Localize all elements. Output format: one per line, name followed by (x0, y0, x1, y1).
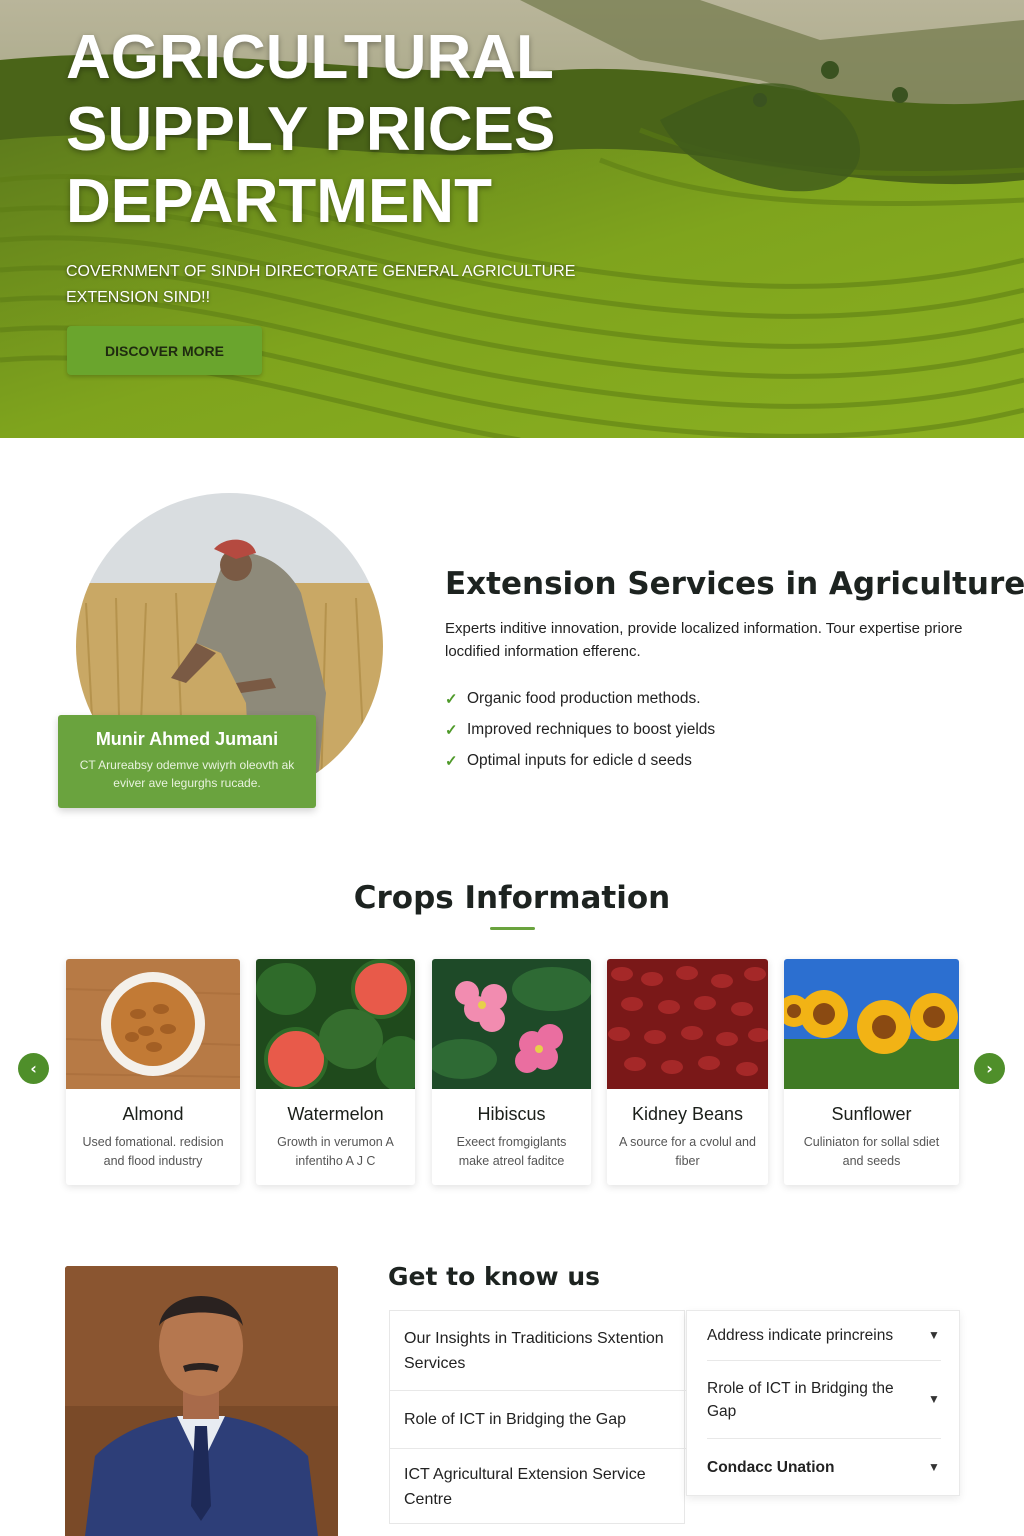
person-description: CT Arureabsy odemve vwiyrh oleovth ak ev… (79, 758, 295, 790)
person-name: Munir Ahmed Jumani (95, 729, 279, 749)
accordion-item[interactable]: Address indicate princreins ▼ (707, 1311, 941, 1361)
crop-name: Watermelon (287, 1104, 384, 1124)
crop-name: Hibiscus (477, 1104, 546, 1124)
chevron-left-icon: ‹ (30, 1059, 37, 1078)
crop-card-kidney-beans[interactable]: Kidney Beans A source for a cvolul and f… (607, 959, 768, 1185)
discover-more-button[interactable]: DISCOVER MORE (67, 326, 262, 375)
accordion-item[interactable]: Role of ICT in Bridging the Gap (390, 1391, 686, 1449)
carousel-prev-button[interactable]: ‹ (18, 1053, 49, 1084)
crop-name: Kidney Beans (631, 1104, 744, 1124)
hero-banner: AGRICULTURAL SUPPLY PRICES DEPARTMENT CO… (0, 0, 1024, 438)
kidney-beans-image (607, 959, 768, 1089)
accordion-item-label: Rrole of ICT in Bridging the Gap (707, 1379, 894, 1420)
crop-card-watermelon[interactable]: Watermelon Growth in verumon A infentiho… (256, 959, 415, 1185)
extension-title: Extension Services in Agriculture (445, 566, 1024, 602)
sunflower-image (784, 959, 959, 1089)
official-portrait (65, 1266, 338, 1536)
check-icon: ✓ (445, 752, 458, 770)
chevron-down-icon: ▼ (928, 1328, 940, 1342)
list-item: ✓ Improved rechniques to boost yields (445, 714, 715, 745)
chevron-down-icon: ▼ (928, 1392, 940, 1406)
title-underline (490, 927, 535, 930)
crop-name: Almond (122, 1104, 184, 1124)
know-us-title: Get to know us (388, 1262, 601, 1291)
list-item-label: Organic food production methods. (467, 689, 701, 707)
hibiscus-image (432, 959, 591, 1089)
accordion-item-label: Condacc Unation (707, 1458, 835, 1476)
list-item: ✓ Optimal inputs for edicle d seeds (445, 745, 715, 776)
hero-title-line: DEPARTMENT (66, 167, 492, 236)
accordion-right: Address indicate princreins ▼ Rrole of I… (686, 1310, 960, 1496)
chevron-right-icon: › (986, 1059, 993, 1078)
crop-description: Culiniaton for sollal sdiet and seeds (803, 1135, 940, 1168)
crop-description: A source for a cvolul and fiber (619, 1135, 756, 1168)
crop-description: Growth in verumon A infentiho A J C (277, 1135, 394, 1168)
list-item-label: Improved rechniques to boost yields (467, 720, 716, 738)
check-icon: ✓ (445, 721, 458, 739)
accordion-item[interactable]: Our Insights in Traditicions Sxtention S… (390, 1311, 686, 1391)
list-item-label: Optimal inputs for edicle d seeds (467, 751, 692, 769)
crop-card-hibiscus[interactable]: Hibiscus Exeect fromgiglants make atreol… (432, 959, 591, 1185)
hero-title: AGRICULTURAL SUPPLY PRICES DEPARTMENT (66, 22, 626, 238)
accordion-left: Our Insights in Traditicions Sxtention S… (389, 1310, 686, 1525)
crops-title: Crops Information (353, 880, 671, 916)
accordion-item[interactable]: Rrole of ICT in Bridging the Gap ▼ (707, 1361, 941, 1439)
crop-description: Used fomational. redision and flood indu… (82, 1135, 224, 1168)
watermelon-image (256, 959, 415, 1089)
extension-feature-list: ✓ Organic food production methods. ✓ Impro… (445, 683, 715, 776)
hero-title-line: SUPPLY PRICES (66, 95, 556, 164)
accordion-item-label: Address indicate princreins (707, 1327, 894, 1344)
crop-description: Exeect fromgiglants make atreol faditce (456, 1135, 567, 1168)
check-icon: ✓ (445, 690, 458, 708)
carousel-next-button[interactable]: › (974, 1053, 1005, 1084)
hero-title-line: AGRICULTURAL (66, 23, 554, 92)
almond-image (66, 959, 240, 1089)
extension-description: Experts inditive innovation, provide loc… (445, 620, 963, 660)
list-item: ✓ Organic food production methods. (445, 683, 715, 714)
accordion-item[interactable]: ICT Agricultural Extension Service Centr… (390, 1449, 686, 1525)
crop-name: Sunflower (831, 1104, 912, 1124)
person-name-card: Munir Ahmed Jumani CT Arureabsy odemve v… (58, 715, 316, 808)
hero-subtitle: COVERNMENT OF SINDH DIRECTORATE GENERAL … (66, 263, 576, 306)
accordion-item[interactable]: Condacc Unation ▼ (707, 1439, 941, 1495)
crop-card-sunflower[interactable]: Sunflower Culiniaton for sollal sdiet an… (784, 959, 959, 1185)
crop-card-almond[interactable]: Almond Used fomational. redision and flo… (66, 959, 240, 1185)
chevron-down-icon: ▼ (928, 1459, 940, 1474)
